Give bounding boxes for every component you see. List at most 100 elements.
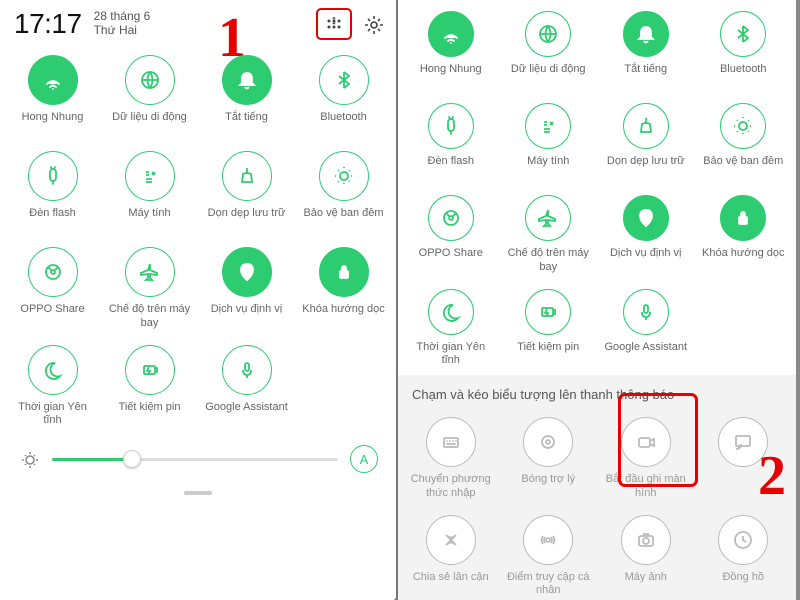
qs-tile[interactable]: Tắt tiếng [601,11,691,89]
qs-toggle[interactable] [319,151,369,201]
qs-tile[interactable]: Thời gian Yên tĩnh [8,345,98,429]
qs-tile[interactable]: Đồng hồ [698,515,788,599]
qs-tile[interactable]: Máy tính [503,103,593,181]
qs-toggle[interactable] [525,103,571,149]
right-panel: Hong NhungDữ liệu di độngTắt tiếngBlueto… [398,0,796,600]
qs-tile[interactable]: Đèn flash [8,151,98,233]
qs-tile[interactable]: Bluetooth [698,11,788,89]
qs-tile[interactable]: Dịch vụ định vị [601,195,691,275]
qs-toggle[interactable] [523,417,573,467]
moon-icon [41,358,65,382]
qs-toggle[interactable] [525,289,571,335]
qs-tile[interactable]: Bảo vệ ban đêm [299,151,389,233]
qs-toggle[interactable] [720,195,766,241]
gear-icon[interactable] [362,13,384,35]
qs-tile[interactable]: Hong Nhung [8,55,98,137]
qs-toggle[interactable] [720,103,766,149]
qs-toggle[interactable] [28,55,78,105]
qs-toggle[interactable] [125,151,175,201]
status-weekday: Thứ Hai [94,24,151,38]
qs-toggle[interactable] [426,417,476,467]
qs-tile[interactable]: Tiết kiệm pin [105,345,195,429]
edit-tiles-button[interactable] [316,8,352,40]
qs-toggle[interactable] [525,195,571,241]
qs-toggle[interactable] [623,103,669,149]
flash-icon [41,164,65,188]
wifi-icon [41,68,65,92]
qs-tile-label: Bluetooth [320,111,366,137]
auto-brightness-button[interactable]: A [350,445,378,473]
drag-instruction: Chạm và kéo biểu tượng lên thanh thông b… [398,375,796,410]
qs-toggle[interactable] [621,515,671,565]
qs-tile[interactable]: Dữ liệu di động [503,11,593,89]
qs-tile[interactable]: Chế độ trên máy bay [503,195,593,275]
qs-toggle[interactable] [428,289,474,335]
status-bar: 17:17 28 tháng 6 Thứ Hai [0,0,396,44]
qs-toggle[interactable] [623,195,669,241]
qs-tile[interactable]: Tắt tiếng [202,55,292,137]
qs-tile[interactable]: Chia sẻ lân cận [406,515,496,599]
qs-toggle[interactable] [125,345,175,395]
qs-tile[interactable]: Dọn dẹp lưu trữ [202,151,292,233]
qs-tile[interactable]: Google Assistant [601,289,691,369]
qs-toggle[interactable] [718,515,768,565]
panel-drag-handle[interactable] [184,491,212,495]
qs-tile-label: Tiết kiệm pin [119,401,181,427]
qs-tile[interactable]: Điểm truy cập cá nhân [503,515,593,599]
qs-toggle[interactable] [426,515,476,565]
share-icon [41,260,65,284]
qs-tile[interactable]: Khóa hướng dọc [299,247,389,331]
qs-tile[interactable]: Dọn dẹp lưu trữ [601,103,691,181]
qs-toggle[interactable] [319,247,369,297]
qs-toggle[interactable] [222,151,272,201]
qs-tile[interactable]: Dữ liệu di động [105,55,195,137]
lock-icon [731,206,755,230]
qs-tile[interactable]: Hong Nhung [406,11,496,89]
qs-tile-label: OPPO Share [419,247,483,273]
qs-toggle[interactable] [523,515,573,565]
qs-toggle[interactable] [28,247,78,297]
qs-tile-label: Hong Nhung [22,111,84,137]
qs-tile[interactable]: Máy tính [105,151,195,233]
qs-toggle[interactable] [125,55,175,105]
plane-icon [536,206,560,230]
qs-tile[interactable]: Đèn flash [406,103,496,181]
qs-tile[interactable]: Google Assistant [202,345,292,429]
brightness-slider[interactable]: A [0,435,396,483]
qs-toggle[interactable] [28,345,78,395]
qs-tile[interactable]: Bóng trợ lý [503,417,593,501]
qs-tile[interactable]: Chuyển phương thức nhập [406,417,496,501]
qs-tile-label: Dọn dẹp lưu trữ [208,207,286,233]
qs-toggle[interactable] [428,103,474,149]
qs-tile[interactable]: Bảo vệ ban đêm [698,103,788,181]
qs-tile-label: Đèn flash [29,207,75,233]
qs-toggle[interactable] [125,247,175,297]
qs-tile[interactable]: OPPO Share [8,247,98,331]
qs-tile[interactable]: OPPO Share [406,195,496,275]
dna-icon [439,528,463,552]
qs-toggle[interactable] [222,247,272,297]
qs-tile-label: Dọn dẹp lưu trữ [607,155,685,181]
qs-toggle[interactable] [428,11,474,57]
qs-toggle[interactable] [428,195,474,241]
qs-tile[interactable]: Khóa hướng dọc [698,195,788,275]
qs-toggle[interactable] [525,11,571,57]
qs-toggle[interactable] [319,55,369,105]
cam2-icon [634,528,658,552]
qs-tile[interactable]: Máy ảnh [601,515,691,599]
qs-tile[interactable]: Thời gian Yên tĩnh [406,289,496,369]
qs-toggle[interactable] [720,11,766,57]
qs-toggle[interactable] [623,11,669,57]
qs-toggle[interactable] [222,55,272,105]
calc-icon [536,114,560,138]
qs-tile[interactable]: Bluetooth [299,55,389,137]
qs-tile[interactable]: Tiết kiệm pin [503,289,593,369]
batt-icon [536,300,560,324]
qs-toggle[interactable] [222,345,272,395]
cast-icon [731,430,755,454]
qs-toggle[interactable] [623,289,669,335]
qs-tile[interactable]: Dịch vụ định vị [202,247,292,331]
qs-tile[interactable]: Chế độ trên máy bay [105,247,195,331]
qs-toggle[interactable] [28,151,78,201]
reorder-icon [322,13,346,35]
